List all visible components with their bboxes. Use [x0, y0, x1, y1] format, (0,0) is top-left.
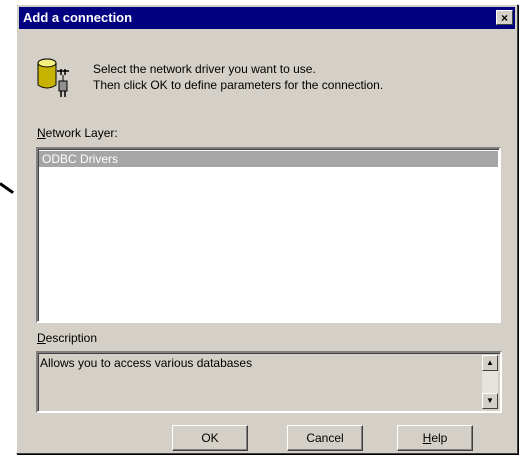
help-button[interactable]: Help	[397, 425, 473, 451]
network-layer-label: Network Layer:	[37, 126, 118, 140]
description-box[interactable]: Allows you to access various databases ▲…	[36, 351, 502, 413]
instruction-text: Select the network driver you want to us…	[93, 61, 383, 93]
close-button[interactable]: ×	[496, 10, 513, 25]
network-layer-label-rest: etwork Layer:	[45, 126, 118, 140]
description-text: Allows you to access various databases	[40, 356, 253, 370]
scroll-up-button[interactable]: ▲	[482, 355, 498, 371]
title-bar[interactable]: Add a connection ×	[19, 7, 515, 29]
scroll-down-arrow-icon: ▼	[486, 396, 494, 405]
ok-button[interactable]: OK	[172, 425, 248, 451]
network-layer-label-accel: N	[37, 126, 46, 140]
dialog-title: Add a connection	[23, 10, 133, 25]
add-connection-dialog: Add a connection × Select the network dr…	[16, 4, 518, 454]
cancel-button[interactable]: Cancel	[287, 425, 363, 451]
background-edge-line	[0, 182, 14, 194]
help-button-rest: elp	[431, 431, 448, 445]
database-plug-icon	[37, 57, 73, 101]
scroll-down-button[interactable]: ▼	[482, 393, 498, 409]
description-label-rest: escription	[45, 331, 98, 345]
instruction-line-1: Select the network driver you want to us…	[93, 62, 316, 76]
scroll-up-arrow-icon: ▲	[486, 358, 494, 367]
instruction-line-2: Then click OK to define parameters for t…	[93, 78, 384, 92]
description-label: Description	[37, 331, 97, 345]
description-scrollbar[interactable]: ▲ ▼	[482, 355, 498, 409]
list-item-odbc-drivers[interactable]: ODBC Drivers	[39, 151, 498, 167]
network-layer-list[interactable]: ODBC Drivers	[36, 147, 501, 323]
description-label-accel: D	[37, 331, 46, 345]
